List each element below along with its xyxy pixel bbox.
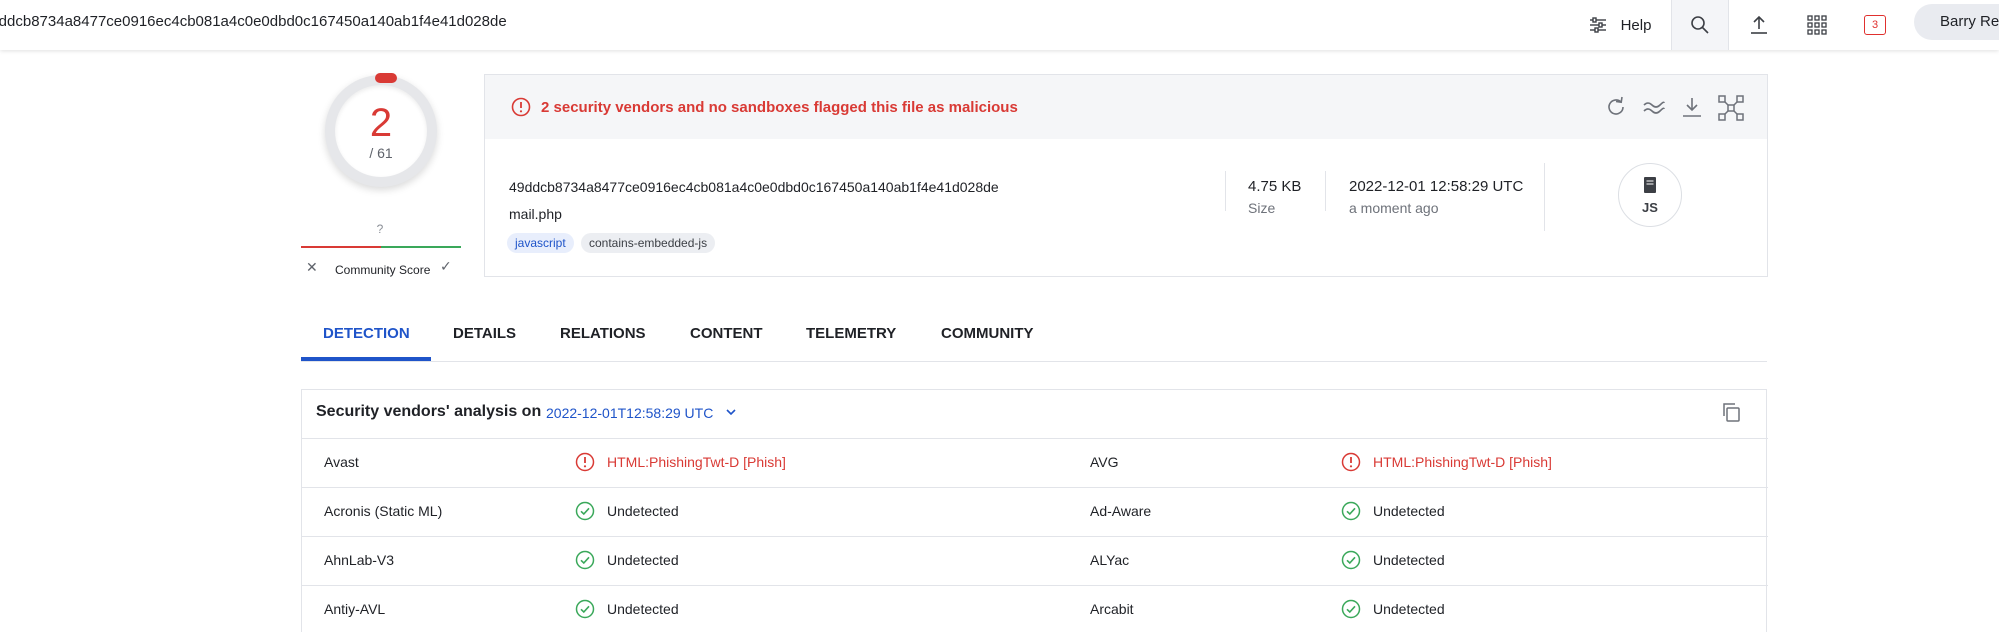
filter-sliders-icon[interactable] (1589, 17, 1607, 33)
analysis-date-selector[interactable]: 2022-12-01T12:58:29 UTC (546, 405, 713, 421)
vendor-result: Undetected (607, 503, 679, 519)
search-icon (1690, 15, 1710, 35)
alert-message: 2 security vendors and no sandboxes flag… (541, 99, 1018, 116)
user-menu-button[interactable]: Barry Re (1914, 4, 1999, 40)
tab-detection[interactable]: DETECTION (323, 325, 410, 342)
alert-circle-icon (1341, 452, 1361, 477)
download-icon[interactable] (1680, 95, 1704, 124)
vendor-name: Antiy-AVL (324, 601, 386, 617)
file-type-label: JS (1642, 199, 1658, 215)
alert-banner: 2 security vendors and no sandboxes flag… (485, 75, 1767, 139)
search-input[interactable]: 49ddcb8734a8477ce0916ec4cb081a4c0e0dbd0c… (0, 13, 507, 30)
vendor-row: Avast HTML:PhishingTwt-D [Phish] AVG HTML:P… (302, 438, 1768, 487)
file-size-value: 4.75 KB (1248, 178, 1302, 195)
copy-icon[interactable] (1720, 401, 1742, 428)
similar-icon[interactable] (1642, 95, 1666, 124)
vendor-result: Undetected (607, 552, 679, 568)
check-circle-icon (575, 599, 595, 624)
vendor-row: Acronis (Static ML) Undetected Ad-Aware Und… (302, 487, 1768, 536)
vendor-name: Avast (324, 454, 359, 470)
vendor-name: AVG (1090, 454, 1119, 470)
upload-icon (1749, 15, 1769, 35)
vendor-name: ALYac (1090, 552, 1130, 568)
active-tab-indicator (301, 357, 431, 361)
analysis-date-relative: a moment ago (1349, 200, 1439, 216)
detection-total: / 61 (369, 145, 393, 161)
vendor-result: Undetected (1373, 601, 1445, 617)
help-group[interactable]: Help (1570, 0, 1670, 50)
check-circle-icon (575, 550, 595, 575)
report-tabs: DETECTION DETAILS RELATIONS CONTENT TELE… (301, 310, 1767, 362)
check-circle-icon (1341, 550, 1361, 575)
reanalyze-icon[interactable] (1604, 95, 1628, 124)
alert-circle-icon (511, 97, 531, 122)
vote-harmless-icon[interactable]: ✓ (440, 258, 452, 275)
detection-count: 2 (369, 101, 393, 145)
vendor-row: AhnLab-V3 Undetected ALYac Undetected (302, 536, 1768, 585)
tag-javascript[interactable]: javascript (507, 233, 574, 253)
notifications-button[interactable]: 3 (1846, 0, 1904, 50)
divider (1325, 171, 1326, 211)
vendor-row: Antiy-AVL Undetected Arcabit Undetected (302, 585, 1768, 632)
top-bar: 49ddcb8734a8477ce0916ec4cb081a4c0e0dbd0c… (0, 0, 1999, 50)
divider (1225, 171, 1226, 211)
check-circle-icon (575, 501, 595, 526)
vendor-result: Undetected (607, 601, 679, 617)
upload-button[interactable] (1730, 0, 1788, 50)
vendor-name: Ad-Aware (1090, 503, 1152, 519)
check-circle-icon (1341, 501, 1361, 526)
tab-community[interactable]: COMMUNITY (941, 325, 1034, 342)
tag-contains-embedded-js[interactable]: contains-embedded-js (581, 233, 716, 253)
notification-badge: 3 (1864, 15, 1886, 35)
file-size-label: Size (1248, 200, 1276, 216)
file-name: mail.php (509, 206, 562, 222)
alert-circle-icon (575, 452, 595, 477)
help-link[interactable]: Help (1621, 17, 1652, 34)
vendor-result: Undetected (1373, 552, 1445, 568)
file-hash[interactable]: 49ddcb8734a8477ce0916ec4cb081a4c0e0dbd0c… (509, 179, 999, 195)
tab-content[interactable]: CONTENT (690, 325, 763, 342)
apps-button[interactable] (1788, 0, 1846, 50)
detection-score-ring: 2 / 61 (325, 73, 437, 187)
vendor-name: AhnLab-V3 (324, 552, 395, 568)
vendor-result: HTML:PhishingTwt-D [Phish] (607, 454, 786, 470)
apps-grid-icon (1807, 15, 1827, 35)
vendor-name: Acronis (Static ML) (324, 503, 443, 519)
search-button[interactable] (1671, 0, 1729, 50)
file-type-badge: JS (1618, 163, 1682, 227)
community-score-value: ? (376, 222, 384, 236)
document-icon (1642, 176, 1658, 199)
vendor-name: Arcabit (1090, 601, 1134, 617)
chevron-down-icon[interactable] (724, 405, 738, 424)
vendor-result: HTML:PhishingTwt-D [Phish] (1373, 454, 1552, 470)
score-arc (375, 73, 397, 83)
tab-relations[interactable]: RELATIONS (560, 325, 646, 342)
vendor-analysis-panel: Security vendors' analysis on 2022-12-01… (301, 389, 1768, 632)
vote-malicious-icon[interactable]: ✕ (306, 259, 318, 276)
score-inner: 2 / 61 (335, 85, 427, 177)
divider (1544, 163, 1545, 231)
file-summary-card: 2 security vendors and no sandboxes flag… (484, 74, 1768, 277)
graph-view-icon[interactable] (1718, 95, 1744, 126)
vendor-result: Undetected (1373, 503, 1445, 519)
tab-telemetry[interactable]: TELEMETRY (806, 325, 896, 342)
check-circle-icon (1341, 599, 1361, 624)
analysis-header: Security vendors' analysis on 2022-12-01… (302, 390, 1766, 438)
tab-details[interactable]: DETAILS (453, 325, 516, 342)
community-score-bar (301, 246, 461, 248)
analysis-date-value: 2022-12-01 12:58:29 UTC (1349, 178, 1524, 195)
community-score-label: Community Score (335, 263, 431, 277)
analysis-title: Security vendors' analysis on (316, 403, 542, 420)
